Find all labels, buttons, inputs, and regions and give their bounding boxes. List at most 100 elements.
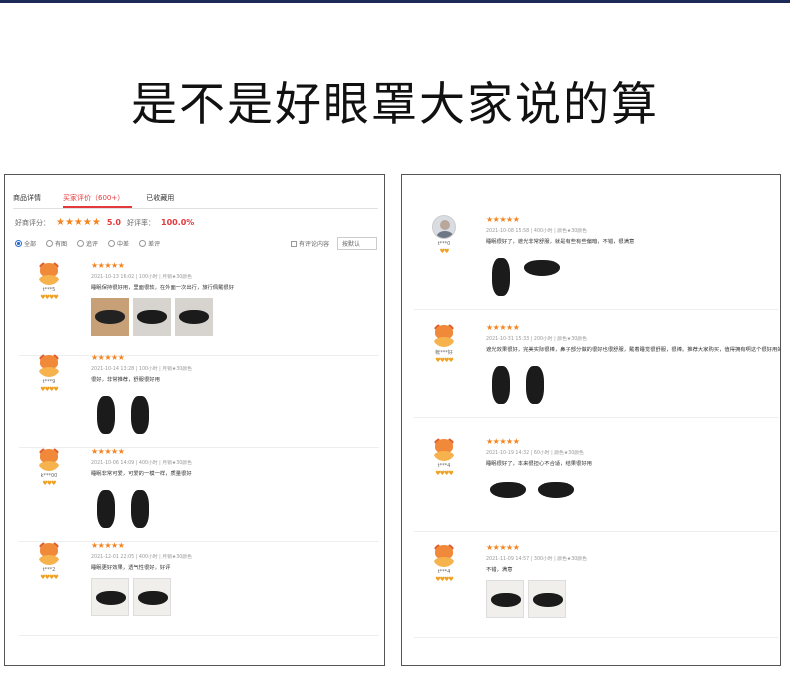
avatar [37, 353, 61, 377]
reviewer: t***0 ♥♥ [414, 215, 474, 255]
eye-mask-image [96, 591, 126, 605]
review-item: t***0 ♥♥ ★★★★★ 2021-10-08 15:58 | 400小时 | 颜… [414, 215, 778, 310]
reviewer: t***9 ♥♥♥♥ [19, 353, 79, 393]
review-meta: 2021-11-09 14:57 | 300小时 | 颜色★30颜色 [486, 557, 587, 562]
review-item: t***4 ♥♥♥♥ ★★★★★ 2021-11-09 14:57 | 300小时 |… [414, 543, 778, 638]
review-text: 睡眠更好效果，透气性很好，好评 [91, 565, 171, 571]
reviewer-level-icon: ♥♥♥♥ [435, 357, 454, 364]
eye-mask-image [95, 310, 125, 324]
filter-negative[interactable]: 差评 [139, 239, 160, 248]
review-photo[interactable] [486, 474, 530, 506]
avatar [432, 323, 456, 347]
review-stars: ★★★★★ [91, 353, 125, 362]
review-photo[interactable] [125, 390, 155, 440]
filter-all[interactable]: 全部 [15, 239, 36, 248]
review-meta: 2021-10-13 16:02 | 100小时 | 月销★30颜色 [91, 275, 192, 280]
reviewer-level-icon: ♥♥♥♥ [40, 294, 59, 301]
review-content: ★★★★★ 2021-10-06 14:09 | 400小时 | 月销★30颜色睡… [91, 447, 375, 534]
review-stars: ★★★★★ [486, 215, 520, 224]
reviewer: k***00 ♥♥♥ [19, 447, 79, 487]
rating-score: 5.0 [106, 218, 121, 227]
review-images [91, 578, 375, 616]
filter-with-images[interactable]: 有图 [46, 239, 67, 248]
review-item: t***9 ♥♥♥♥ ★★★★★ 2021-10-14 13:28 | 100小时 |… [19, 353, 379, 448]
reviewer-level-icon: ♥♥ [439, 248, 450, 255]
eye-mask-image [524, 260, 560, 276]
reviewer-name: t***2 [42, 567, 56, 573]
review-photo[interactable] [91, 298, 129, 336]
eye-mask-image [491, 593, 521, 607]
tab-collected[interactable]: 已收藏用 [146, 189, 182, 208]
review-photo[interactable] [91, 484, 121, 534]
filter-followup[interactable]: 追评 [77, 239, 98, 248]
review-photo[interactable] [528, 580, 566, 618]
reviewer-level-icon: ♥♥♥♥ [40, 574, 59, 581]
reviewer-name: t***4 [437, 569, 451, 575]
review-meta: 2021-10-06 14:09 | 400小时 | 月销★30颜色 [91, 461, 192, 466]
eye-mask-image [538, 482, 574, 498]
avatar [432, 215, 456, 239]
eye-mask-image [492, 258, 510, 296]
review-stars: ★★★★★ [486, 543, 520, 552]
review-text: 睡眠很好了，本来很担心不合适，结果很好用 [486, 461, 592, 467]
review-stars: ★★★★★ [486, 437, 520, 446]
reviewer-name: 帐***好 [435, 350, 453, 356]
reviewer-level-icon: ♥♥♥♥ [40, 386, 59, 393]
eye-mask-image [533, 593, 563, 607]
review-text: 睡眠非常可爱，可爱的一模一样，质量很好 [91, 471, 192, 477]
review-photo[interactable] [520, 360, 550, 410]
review-images [91, 298, 375, 336]
review-photo[interactable] [125, 484, 155, 534]
review-photo[interactable] [486, 580, 524, 618]
review-photo[interactable] [133, 298, 171, 336]
review-content: ★★★★★ 2021-10-31 15:33 | 200小时 | 颜色★30颜色遮… [486, 323, 780, 410]
review-content: ★★★★★ 2021-11-09 14:57 | 300小时 | 颜色★30颜色不… [486, 543, 774, 618]
top-divider [0, 0, 790, 3]
review-content: ★★★★★ 2021-10-14 13:28 | 100小时 | 月销★30颜色很… [91, 353, 375, 440]
rate-value: 100.0% [161, 218, 195, 227]
rate-label: 好评率： [127, 218, 155, 227]
review-meta: 2021-10-08 15:58 | 400小时 | 颜色★30颜色 [486, 229, 587, 234]
eye-mask-image [97, 490, 115, 528]
page-headline: 是不是好眼罩大家说的算 [131, 77, 659, 131]
review-images [486, 360, 774, 410]
rating-label: 好商评分： [15, 218, 50, 227]
avatar [37, 541, 61, 565]
has-content-checkbox[interactable]: 有评论内容 [290, 239, 329, 248]
review-stars: ★★★★★ [91, 447, 125, 456]
reviewer-name: t***5 [42, 287, 56, 293]
filter-medium[interactable]: 中差 [108, 239, 129, 248]
review-photo[interactable] [486, 360, 516, 410]
review-images [486, 252, 774, 302]
review-photo[interactable] [175, 298, 213, 336]
review-photo[interactable] [91, 578, 129, 616]
review-photo[interactable] [133, 578, 171, 616]
sort-select[interactable]: 按默认 [337, 236, 377, 250]
review-text: 睡眠保持很好用，里面很软，在外面一次出行，旅行佩戴很好 [91, 285, 235, 291]
review-item: t***4 ♥♥♥♥ ★★★★★ 2021-10-19 14:32 | 60小时 | … [414, 437, 778, 532]
review-stars: ★★★★★ [91, 261, 125, 270]
tab-buyer-reviews[interactable]: 买家评价（600+） [63, 189, 133, 208]
review-photo[interactable] [91, 390, 121, 440]
reviewer: t***4 ♥♥♥♥ [414, 437, 474, 477]
avatar [432, 437, 456, 461]
reviewer-name: t***0 [437, 241, 451, 247]
eye-mask-image [131, 396, 149, 434]
tab-product-details[interactable]: 商品详情 [13, 189, 49, 208]
review-photo[interactable] [534, 474, 578, 506]
review-filter-bar: 全部 有图 追评 中差 差评 有评论内容 按默认 [15, 235, 377, 251]
avatar [37, 261, 61, 285]
review-content: ★★★★★ 2021-10-19 14:32 | 60小时 | 颜色★30颜色 睡眠… [486, 437, 774, 506]
reviewer: t***2 ♥♥♥♥ [19, 541, 79, 581]
rating-summary: 好商评分： ★★★★★ 5.0 好评率： 100.0% [15, 217, 194, 228]
eye-mask-image [138, 591, 168, 605]
review-item: t***5 ♥♥♥♥ ★★★★★ 2021-10-13 16:02 | 100小时 |… [19, 261, 379, 356]
reviewer: 帐***好 ♥♥♥♥ [414, 323, 474, 364]
review-text: 不错，满意 [486, 567, 513, 573]
avatar [432, 543, 456, 567]
reviewer-name: t***9 [42, 379, 56, 385]
review-photo[interactable] [520, 252, 564, 284]
review-meta: 2021-12-01 22:05 | 400小时 | 月销★30颜色 [91, 555, 192, 560]
left-review-screenshot: 商品详情 买家评价（600+） 已收藏用 好商评分： ★★★★★ 5.0 好评率… [4, 174, 385, 666]
review-photo[interactable] [486, 252, 516, 302]
